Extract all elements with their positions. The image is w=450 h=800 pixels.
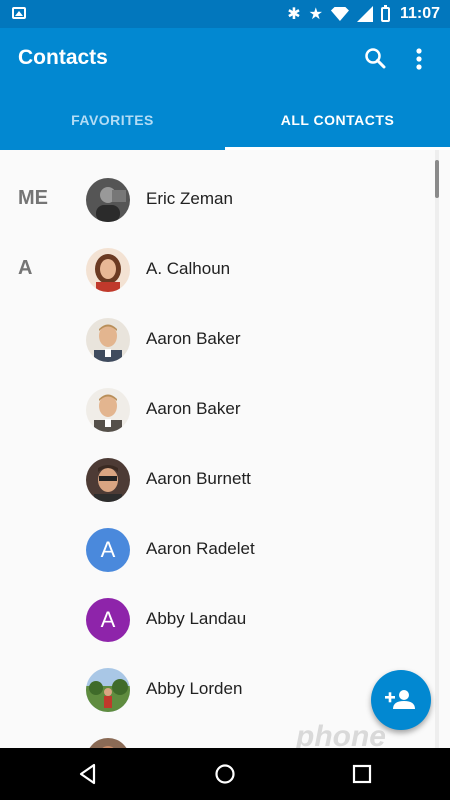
more-vert-icon: [416, 48, 422, 70]
scrollbar-thumb[interactable]: [435, 160, 439, 198]
list-item[interactable]: A Abby Landau: [0, 585, 440, 655]
tab-favorites[interactable]: FAVORITES: [0, 90, 225, 150]
avatar-letter: A: [86, 598, 130, 642]
avatar: [86, 738, 130, 748]
cell-signal-icon: [356, 6, 373, 22]
status-icons: ✱ ★ 11:07: [287, 3, 440, 25]
navigation-bar: [0, 748, 450, 800]
home-icon: [215, 764, 235, 784]
avatar: [86, 388, 130, 432]
contact-name: Aaron Burnett: [146, 469, 251, 488]
avatar: [86, 178, 130, 222]
avatar-letter: A: [86, 528, 130, 572]
avatar: [86, 458, 130, 502]
avatar: [86, 318, 130, 362]
image-notification-icon: [12, 7, 26, 19]
contact-name: Aaron Radelet: [146, 539, 255, 558]
contact-name: Eric Zeman: [146, 189, 233, 208]
contact-name: A. Calhoun: [146, 259, 231, 278]
status-time: 11:07: [399, 5, 440, 22]
recents-icon: [352, 764, 372, 784]
section-header: A: [18, 257, 33, 279]
list-item[interactable]: A Aaron Radelet: [0, 515, 440, 585]
search-button[interactable]: [360, 44, 390, 74]
wifi-icon: [330, 7, 349, 21]
tab-all-contacts[interactable]: ALL CONTACTS: [225, 90, 450, 150]
app-bar: Contacts: [0, 28, 450, 90]
star-icon: ★: [308, 6, 323, 23]
contact-name: Aaron Baker: [146, 399, 241, 418]
contact-name: Abby Lorden: [146, 679, 243, 698]
section-header: ME: [18, 187, 48, 209]
avatar: [86, 668, 130, 712]
contact-list: ME Eric Zeman A A. Calhoun Aaron Baker A…: [0, 150, 450, 748]
app-title: Contacts: [18, 46, 108, 69]
search-icon: [365, 48, 386, 69]
back-button[interactable]: [73, 759, 103, 789]
status-bar: ✱ ★ 11:07: [0, 0, 450, 28]
contact-name: Aaron Baker: [146, 329, 241, 348]
bluetooth-icon: ✱: [287, 6, 301, 23]
home-button[interactable]: [210, 759, 240, 789]
recents-button[interactable]: [347, 759, 377, 789]
list-item[interactable]: ME Eric Zeman: [0, 165, 440, 235]
list-item[interactable]: Aaron Baker: [0, 375, 440, 445]
overflow-menu-button[interactable]: [406, 44, 432, 74]
contact-name: Abby Landau: [146, 609, 247, 628]
tab-bar: FAVORITES ALL CONTACTS: [0, 90, 450, 150]
list-item[interactable]: Aaron Baker: [0, 305, 440, 375]
back-icon: [79, 763, 96, 785]
battery-icon: [380, 4, 390, 22]
avatar: [86, 248, 130, 292]
list-item[interactable]: Aaron Burnett: [0, 445, 440, 515]
list-item[interactable]: A A. Calhoun: [0, 235, 440, 305]
